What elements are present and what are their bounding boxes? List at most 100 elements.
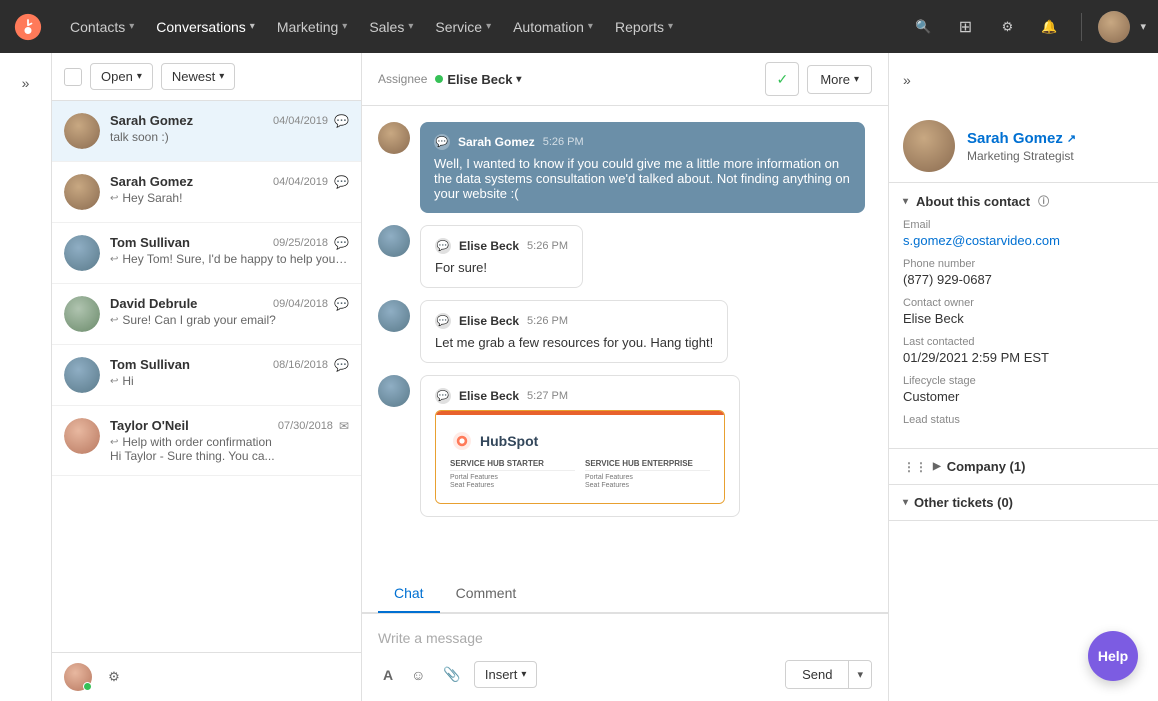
expand-sidebar-button[interactable]: »	[8, 65, 44, 101]
assignee-online-dot	[435, 75, 443, 83]
service-chevron-icon: ▾	[486, 21, 491, 32]
resolve-button[interactable]: ✓	[765, 62, 799, 96]
conversation-header: Tom Sullivan 08/16/2018 💬	[110, 357, 349, 372]
conversation-preview: Hi Taylor - Sure thing. You ca...	[110, 449, 275, 463]
insert-button[interactable]: Insert ▾	[474, 661, 538, 688]
company-section-expand-icon: ⋮⋮	[903, 460, 927, 474]
message-text: For sure!	[435, 260, 568, 275]
conversation-sender-name: Sarah Gomez	[110, 174, 193, 189]
conversation-sender-name: Sarah Gomez	[110, 113, 193, 128]
email-icon: ✉	[339, 419, 349, 433]
avatar-image	[64, 113, 100, 149]
chat-icon: 💬	[334, 236, 349, 250]
nav-marketing[interactable]: Marketing ▾	[267, 13, 358, 41]
conversation-preview-row: talk soon :)	[110, 130, 349, 144]
list-header: Open ▾ Newest ▾	[52, 53, 361, 101]
select-all-checkbox[interactable]	[64, 68, 82, 86]
user-avatar-image	[1098, 11, 1130, 43]
conversation-item[interactable]: Sarah Gomez 04/04/2019 💬 ↩ Hey Sarah!	[52, 162, 361, 223]
status-filter-label: Open	[101, 69, 133, 84]
last-contacted-value: 01/29/2021 2:59 PM EST	[903, 350, 1144, 365]
lead-status-label: Lead status	[903, 414, 1144, 426]
user-menu-chevron-icon[interactable]: ▾	[1140, 20, 1146, 33]
reports-chevron-icon: ▾	[668, 21, 673, 32]
top-navigation: Contacts ▾ Conversations ▾ Marketing ▾ S…	[0, 0, 1158, 53]
hubspot-logo[interactable]	[12, 11, 44, 43]
email-field-value[interactable]: s.gomez@costarvideo.com	[903, 233, 1144, 248]
settings-button[interactable]: ⚙	[991, 11, 1023, 43]
status-filter-button[interactable]: Open ▾	[90, 63, 153, 90]
lead-status-field-row: Lead status	[903, 414, 1144, 426]
phone-field-value: (877) 929-0687	[903, 272, 1144, 287]
attachment-button[interactable]: 📎	[438, 661, 465, 688]
text-format-button[interactable]: A	[378, 662, 398, 688]
tab-comment[interactable]: Comment	[440, 575, 533, 613]
attachment-preview[interactable]: HubSpot SERVICE HUB STARTER Portal Featu…	[435, 410, 725, 504]
settings-button[interactable]: ⚙	[100, 663, 128, 691]
message-time: 5:26 PM	[527, 240, 568, 252]
message-time: 5:26 PM	[527, 315, 568, 327]
about-section-header[interactable]: ▾ About this contact ⓘ	[889, 183, 1158, 219]
send-button[interactable]: Send	[786, 661, 849, 688]
other-tickets-section: ▾ Other tickets (0)	[889, 485, 1158, 521]
phone-field-label: Phone number	[903, 258, 1144, 270]
contact-title: Marketing Strategist	[967, 149, 1144, 163]
message-header: 💬 Elise Beck 5:26 PM	[435, 313, 713, 329]
search-button[interactable]: 🔍	[907, 11, 939, 43]
contact-name-block: Sarah Gomez ↗ Marketing Strategist	[967, 130, 1144, 163]
conversation-item[interactable]: Taylor O'Neil 07/30/2018 ✉ ↩ Help with o…	[52, 406, 361, 476]
conversation-item[interactable]: Tom Sullivan 09/25/2018 💬 ↩ Hey Tom! Sur…	[52, 223, 361, 284]
send-button-group: Send ▾	[785, 660, 872, 689]
message-avatar	[378, 375, 410, 407]
chat-icon: 💬	[334, 358, 349, 372]
tickets-chevron-icon: ▾	[903, 497, 908, 508]
message-header: 💬 Sarah Gomez 5:26 PM	[434, 134, 851, 150]
avatar	[64, 174, 100, 210]
contact-avatar	[903, 120, 955, 172]
company-chevron-icon: ▶	[933, 461, 941, 472]
conversation-item[interactable]: Tom Sullivan 08/16/2018 💬 ↩ Hi	[52, 345, 361, 406]
conversation-item[interactable]: Sarah Gomez 04/04/2019 💬 talk soon :)	[52, 101, 361, 162]
assignee-name: Elise Beck	[447, 72, 512, 87]
settings-icon: ⚙	[1002, 19, 1014, 35]
nav-conversations[interactable]: Conversations ▾	[146, 13, 265, 41]
conversation-meta: 04/04/2019 💬	[273, 114, 349, 128]
expand-panel-button[interactable]: »	[903, 72, 911, 88]
conversation-meta: 08/16/2018 💬	[273, 358, 349, 372]
notifications-button[interactable]: 🔔	[1033, 11, 1065, 43]
assignee-label: Assignee	[378, 72, 427, 86]
nav-service[interactable]: Service ▾	[425, 13, 501, 41]
company-section-header[interactable]: ⋮⋮ ▶ Company (1)	[889, 449, 1158, 484]
conversation-date: 09/04/2018	[273, 298, 328, 310]
nav-sales[interactable]: Sales ▾	[359, 13, 423, 41]
tab-comment-label: Comment	[456, 585, 517, 601]
message-header: 💬 Elise Beck 5:27 PM	[435, 388, 725, 404]
help-button[interactable]: Help	[1088, 631, 1138, 681]
emoji-button[interactable]: ☺	[406, 662, 430, 688]
conversation-body: Tom Sullivan 09/25/2018 💬 ↩ Hey Tom! Sur…	[110, 235, 349, 266]
conversation-preview-row: ↩ Sure! Can I grab your email?	[110, 313, 349, 327]
nav-reports[interactable]: Reports ▾	[605, 13, 683, 41]
avatar	[64, 235, 100, 271]
insert-label: Insert	[485, 667, 518, 682]
conversation-sender-name: Taylor O'Neil	[110, 418, 189, 433]
conversation-item[interactable]: David Debrule 09/04/2018 💬 ↩ Sure! Can I…	[52, 284, 361, 345]
user-avatar[interactable]	[1098, 11, 1130, 43]
more-actions-button[interactable]: More ▾	[807, 65, 872, 94]
message-row: 💬 Elise Beck 5:26 PM For sure!	[378, 225, 872, 288]
message-input[interactable]: Write a message	[378, 626, 872, 650]
nav-contacts[interactable]: Contacts ▾	[60, 13, 144, 41]
owner-field-label: Contact owner	[903, 297, 1144, 309]
contact-name-link[interactable]: Sarah Gomez ↗	[967, 130, 1144, 147]
message-text: Let me grab a few resources for you. Han…	[435, 335, 713, 350]
nav-automation[interactable]: Automation ▾	[503, 13, 603, 41]
last-contacted-label: Last contacted	[903, 336, 1144, 348]
assignee-select[interactable]: Elise Beck ▾	[435, 72, 521, 87]
tab-chat[interactable]: Chat	[378, 575, 440, 613]
apps-button[interactable]: ⊞	[949, 11, 981, 43]
phone-field-row: Phone number (877) 929-0687	[903, 258, 1144, 287]
message-text: Well, I wanted to know if you could give…	[434, 156, 851, 201]
other-tickets-header[interactable]: ▾ Other tickets (0)	[889, 485, 1158, 520]
send-options-button[interactable]: ▾	[849, 662, 871, 687]
sort-filter-button[interactable]: Newest ▾	[161, 63, 235, 90]
